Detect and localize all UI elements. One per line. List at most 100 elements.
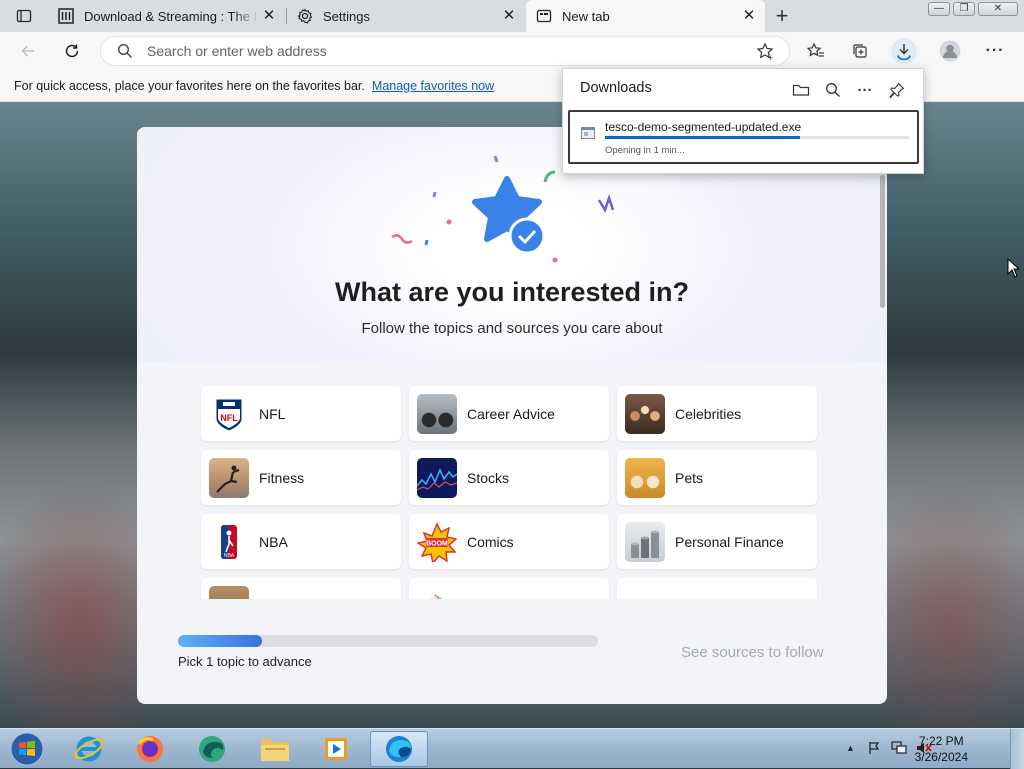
- topic-card-partial[interactable]: [201, 578, 401, 599]
- taskbar: ▲ 7:22 PM 3/26/2024: [0, 728, 1024, 769]
- profile-avatar-icon[interactable]: [938, 39, 962, 63]
- edge-icon[interactable]: [370, 731, 428, 767]
- internet-explorer-icon[interactable]: [62, 731, 116, 767]
- pin-icon[interactable]: [886, 79, 908, 101]
- topic-celebrities[interactable]: Celebrities: [617, 386, 817, 441]
- page-title: What are you interested in?: [334, 277, 690, 307]
- tab-settings[interactable]: Settings ✕: [287, 0, 525, 32]
- collections-icon[interactable]: [848, 39, 872, 63]
- refresh-icon[interactable]: [60, 39, 84, 63]
- clock-time: 7:22 PM: [918, 734, 964, 748]
- search-downloads-icon[interactable]: [822, 79, 844, 101]
- pick-topic-text: Pick 1 topic to advance: [178, 654, 312, 669]
- media-player-icon[interactable]: [309, 731, 363, 767]
- download-progress-fill: [605, 136, 800, 139]
- stocks-thumbnail: [417, 457, 457, 498]
- svg-text:NBA: NBA: [224, 553, 235, 559]
- gear-icon: [297, 8, 313, 24]
- topic-personal-finance[interactable]: Personal Finance: [617, 514, 817, 569]
- search-input[interactable]: [147, 43, 647, 59]
- topic-label: NFL: [259, 405, 286, 422]
- download-file-name: tesco-demo-segmented-updated.exe: [605, 120, 802, 134]
- favorites-icon[interactable]: [804, 39, 828, 63]
- tab-actions-icon[interactable]: [12, 4, 36, 28]
- topic-label: Career Advice: [467, 405, 555, 422]
- nfl-logo: NFL: [209, 394, 249, 434]
- close-window-button[interactable]: ✕: [978, 2, 1018, 16]
- download-status: Opening in 1 min...: [605, 145, 685, 156]
- download-item[interactable]: tesco-demo-segmented-updated.exe Opening…: [568, 110, 919, 164]
- close-tab-icon[interactable]: ✕: [501, 8, 517, 24]
- favorites-bar-message: For quick access, place your favorites h…: [14, 78, 365, 93]
- add-favorite-icon[interactable]: +: [756, 42, 776, 67]
- search-icon: [117, 43, 133, 64]
- tab-new-tab[interactable]: New tab ✕: [526, 0, 765, 32]
- open-folder-icon[interactable]: [790, 79, 812, 101]
- topic-card-partial[interactable]: ⚾: [409, 578, 609, 599]
- more-options-icon[interactable]: ···: [854, 79, 876, 101]
- topic-label: Celebrities: [675, 405, 742, 422]
- minimize-button[interactable]: —: [928, 2, 950, 16]
- topic-nba[interactable]: NBA NBA: [201, 514, 401, 569]
- svg-text:NFL: NFL: [220, 413, 238, 423]
- comics-thumbnail: BOOM: [417, 521, 457, 562]
- edge-beta-icon[interactable]: [185, 731, 239, 767]
- topic-label: Stocks: [467, 469, 510, 486]
- topic-nfl[interactable]: NFL NFL: [201, 386, 401, 441]
- manage-favorites-link[interactable]: Manage favorites now: [372, 79, 494, 93]
- executable-file-icon: [581, 126, 595, 144]
- tab-download-streaming[interactable]: Download & Streaming : The Inte ✕: [48, 0, 285, 32]
- restore-button[interactable]: ❐: [953, 2, 975, 16]
- start-button[interactable]: [0, 731, 54, 767]
- topic-fitness[interactable]: Fitness: [201, 450, 401, 505]
- pets-thumbnail: [625, 457, 665, 498]
- personal-finance-thumbnail: [625, 521, 665, 562]
- topic-label: Personal Finance: [675, 533, 784, 550]
- close-tab-icon[interactable]: ✕: [741, 8, 757, 24]
- topic-row-clipped: ⚾: [137, 578, 887, 599]
- tab-title: Download & Streaming : The Inte: [84, 8, 259, 24]
- topic-career-advice[interactable]: Career Advice: [409, 386, 609, 441]
- more-options-icon[interactable]: ···: [983, 39, 1007, 63]
- see-sources-button[interactable]: See sources to follow: [681, 644, 824, 661]
- close-tab-icon[interactable]: ✕: [261, 8, 277, 24]
- back-arrow-icon[interactable]: [16, 39, 40, 63]
- show-desktop-button[interactable]: [1010, 729, 1024, 769]
- topic-stocks[interactable]: Stocks: [409, 450, 609, 505]
- tab-title: New tab: [562, 8, 610, 24]
- tab-strip: Download & Streaming : The Inte ✕ Settin…: [0, 0, 1024, 32]
- navigation-toolbar: + ···: [0, 32, 1024, 70]
- topic-card-partial[interactable]: [617, 578, 817, 599]
- topic-label: NBA: [259, 533, 288, 550]
- topic-pets[interactable]: Pets: [617, 450, 817, 505]
- firefox-icon[interactable]: [123, 731, 177, 767]
- interests-dialog: What are you interested in? Follow the t…: [137, 127, 887, 704]
- nba-logo: NBA: [209, 522, 249, 562]
- fitness-thumbnail: [209, 457, 249, 498]
- file-explorer-icon[interactable]: [248, 731, 302, 767]
- network-icon[interactable]: [891, 741, 907, 758]
- address-bar[interactable]: +: [100, 36, 790, 66]
- page-subtitle: Follow the topics and sources you care a…: [361, 320, 663, 337]
- topic-progress-bar: [178, 635, 598, 647]
- topic-progress-fill: [178, 635, 262, 647]
- new-tab-button[interactable]: +: [770, 3, 794, 28]
- topic-label: Fitness: [259, 469, 305, 486]
- downloads-panel: Downloads ··· tesco-demo-segmented-updat…: [562, 68, 924, 174]
- action-center-flag-icon[interactable]: [867, 741, 881, 758]
- download-progress-bar: [605, 136, 909, 139]
- downloads-title: Downloads: [580, 80, 652, 96]
- mouse-cursor-icon: [1007, 257, 1021, 283]
- archive-icon: [58, 8, 74, 24]
- topic-comics[interactable]: BOOM Comics: [409, 514, 609, 569]
- downloads-icon[interactable]: [891, 38, 917, 64]
- topic-label: Comics: [467, 533, 514, 550]
- topic-label: Pets: [675, 469, 704, 486]
- system-clock[interactable]: 7:22 PM 3/26/2024: [915, 733, 968, 765]
- scrollbar-thumb[interactable]: [880, 175, 885, 308]
- topic-thumbnail-partial: [209, 585, 249, 599]
- show-hidden-icons-button[interactable]: ▲: [846, 743, 855, 753]
- svg-text:BOOM: BOOM: [426, 540, 448, 547]
- career-advice-thumbnail: [417, 393, 457, 434]
- clock-date: 3/26/2024: [914, 750, 968, 764]
